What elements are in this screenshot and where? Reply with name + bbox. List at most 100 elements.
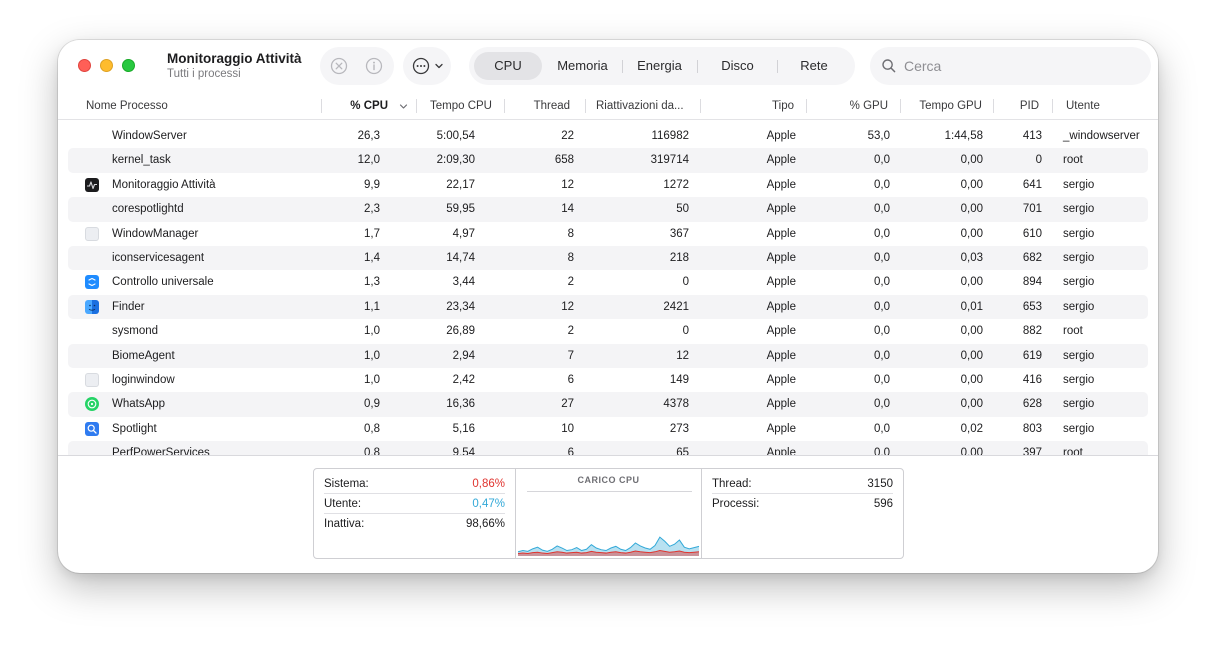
stat-idle: Inattiva: 98,66% <box>324 514 505 534</box>
cell-wakeups: 273 <box>669 422 689 435</box>
col-header-cpu-time[interactable]: Tempo CPU <box>420 96 492 120</box>
table-row[interactable]: Controllo universale 1,3 3,44 2 0 Apple 0,0 0,0… <box>68 270 1148 294</box>
cell-user: root <box>1063 447 1083 455</box>
column-separator[interactable] <box>993 99 994 113</box>
cell-pid: 803 <box>1022 422 1042 435</box>
cell-gpu-time: 0,00 <box>960 374 983 386</box>
cell-pid: 0 <box>1035 154 1042 167</box>
generic-app-icon <box>85 373 99 387</box>
tab-cpu[interactable]: CPU <box>474 52 542 80</box>
column-separator[interactable] <box>700 99 701 113</box>
cell-wakeups: 12 <box>676 349 689 362</box>
cell-cpu-time: 23,34 <box>446 300 475 313</box>
table-row[interactable]: BiomeAgent 1,0 2,94 7 12 Apple 0,0 0,00 619 sergi… <box>68 343 1148 368</box>
cell-wakeups: 1272 <box>663 178 689 191</box>
col-header-cpu[interactable]: % CPU <box>326 96 388 120</box>
minimize-window-button[interactable] <box>100 59 113 72</box>
cell-pid: 619 <box>1022 349 1042 362</box>
table-row[interactable]: kernel_task 12,0 2:09,30 658 319714 Apple 0,0 0… <box>68 148 1148 173</box>
cell-process-name: kernel_task <box>112 154 171 167</box>
process-table[interactable]: WindowServer 26,3 5:00,54 22 116982 Apple 53,0… <box>68 124 1148 455</box>
column-separator[interactable] <box>585 99 586 113</box>
col-header-kind[interactable]: Tipo <box>704 96 794 120</box>
table-row[interactable]: iconservicesagent 1,4 14,74 8 218 Apple 0,0 0,0… <box>68 246 1148 271</box>
cell-user: sergio <box>1063 178 1095 191</box>
col-header-gpu-time[interactable]: Tempo GPU <box>904 96 982 120</box>
cell-kind: Apple <box>766 227 796 240</box>
tab-rete[interactable]: Rete <box>778 52 850 80</box>
cell-cpu: 0,9 <box>364 398 380 411</box>
col-header-process-name[interactable]: Nome Processo <box>86 96 168 120</box>
table-row[interactable]: loginwindow 1,0 2,42 6 149 Apple 0,0 0,00 416 ser… <box>68 368 1148 392</box>
col-header-gpu[interactable]: % GPU <box>810 96 888 120</box>
col-header-pid[interactable]: PID <box>997 96 1039 120</box>
cell-gpu: 0,0 <box>874 154 890 167</box>
chevron-down-icon <box>435 63 443 69</box>
cell-cpu-time: 5,16 <box>452 422 475 435</box>
table-row[interactable]: Finder 1,1 23,34 12 2421 Apple 0,0 0,01 653 sergi… <box>68 294 1148 320</box>
table-row[interactable]: Monitoraggio Attività 9,9 22,17 12 1272 Apple… <box>68 173 1148 197</box>
column-separator[interactable] <box>1052 99 1053 113</box>
cell-process-name: Controllo universale <box>112 276 214 289</box>
cell-user: sergio <box>1063 203 1095 216</box>
table-row[interactable]: PerfPowerServices 0,8 9,54 6 65 Apple 0,0 0,00 3… <box>68 441 1148 455</box>
cell-threads: 2 <box>567 276 574 289</box>
table-row[interactable]: Spotlight 0,8 5,16 10 273 Apple 0,0 0,02 803 serg… <box>68 417 1148 441</box>
column-separator[interactable] <box>806 99 807 113</box>
search-input[interactable] <box>904 56 1139 76</box>
cell-gpu: 0,0 <box>874 300 890 313</box>
close-window-button[interactable] <box>78 59 91 72</box>
stop-process-button[interactable] <box>329 56 349 76</box>
col-header-user[interactable]: Utente <box>1066 96 1100 120</box>
table-row[interactable]: sysmond 1,0 26,89 2 0 Apple 0,0 0,00 882 root <box>68 319 1148 343</box>
stat-user: Utente: 0,47% <box>324 494 505 514</box>
cpu-load-graph <box>518 536 700 556</box>
spotlight-icon <box>85 421 99 436</box>
cell-process-name: loginwindow <box>112 374 175 386</box>
cell-gpu: 0,0 <box>874 374 890 386</box>
cell-cpu-time: 14,74 <box>446 252 475 264</box>
column-separator[interactable] <box>504 99 505 113</box>
cell-gpu-time: 1:44,58 <box>944 130 983 142</box>
cell-kind: Apple <box>766 374 796 386</box>
column-separator[interactable] <box>416 99 417 113</box>
cell-user: _windowserver <box>1063 130 1140 142</box>
inspect-process-button[interactable] <box>364 56 384 76</box>
zoom-window-button[interactable] <box>122 59 135 72</box>
cell-process-name: iconservicesagent <box>112 252 205 264</box>
cell-wakeups: 4378 <box>663 398 689 411</box>
table-row[interactable]: WhatsApp 0,9 16,36 27 4378 Apple 0,0 0,00 628 ser… <box>68 392 1148 417</box>
tab-memoria[interactable]: Memoria <box>543 52 622 80</box>
chart-rule <box>527 491 692 492</box>
more-actions-button[interactable] <box>403 47 451 85</box>
cell-gpu-time: 0,00 <box>960 349 983 362</box>
tab-energia[interactable]: Energia <box>623 52 696 80</box>
stat-threads-value: 3150 <box>867 478 893 490</box>
cell-gpu-time: 0,00 <box>960 203 983 216</box>
cell-kind: Apple <box>766 276 796 289</box>
col-header-threads[interactable]: Thread <box>508 96 570 120</box>
cell-cpu-time: 26,89 <box>446 325 475 338</box>
cell-user: sergio <box>1063 276 1095 289</box>
cell-process-name: BiomeAgent <box>112 349 175 362</box>
col-header-wakeups[interactable]: Riattivazioni da... <box>596 96 684 120</box>
column-separator[interactable] <box>900 99 901 113</box>
cell-cpu: 0,8 <box>364 422 380 435</box>
window-title: Monitoraggio Attività <box>167 51 302 66</box>
cell-process-name: Monitoraggio Attività <box>112 178 216 191</box>
cell-cpu: 1,0 <box>364 325 380 338</box>
cell-threads: 14 <box>561 203 574 216</box>
cell-gpu-time: 0,03 <box>960 252 983 264</box>
search-icon <box>882 59 896 73</box>
column-separator[interactable] <box>321 99 322 113</box>
table-row[interactable]: WindowManager 1,7 4,97 8 367 Apple 0,0 0,00 610 s… <box>68 222 1148 246</box>
table-row[interactable]: WindowServer 26,3 5:00,54 22 116982 Apple 53,0… <box>68 124 1148 148</box>
stat-idle-value: 98,66% <box>465 518 505 530</box>
cell-gpu: 0,0 <box>874 447 890 455</box>
cell-user: sergio <box>1063 422 1095 435</box>
whatsapp-icon <box>85 397 99 412</box>
tab-disco[interactable]: Disco <box>698 52 777 80</box>
table-row[interactable]: corespotlightd 2,3 59,95 14 50 Apple 0,0 0,00 70… <box>68 197 1148 222</box>
search-field[interactable] <box>870 47 1151 85</box>
window-subtitle[interactable]: Tutti i processi <box>167 67 302 81</box>
